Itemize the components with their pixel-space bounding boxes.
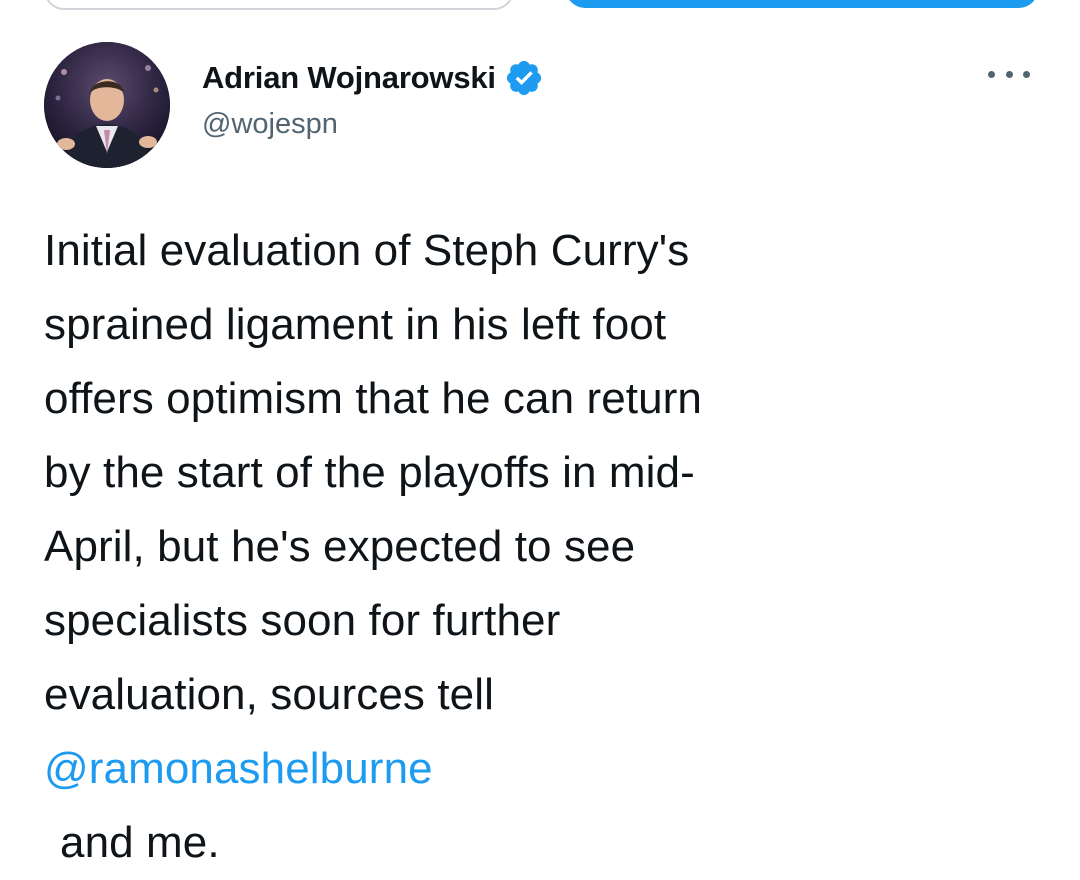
- tweet-text-line: specialists soon for further: [44, 596, 561, 645]
- tweet-text: Initial evaluation of Steph Curry's spra…: [44, 214, 1034, 880]
- avatar[interactable]: [44, 42, 170, 168]
- tweet-header: Adrian Wojnarowski @wojespn: [44, 42, 1036, 172]
- author-handle[interactable]: @wojespn: [202, 108, 338, 141]
- tweet-text-line: sprained ligament in his left foot: [44, 300, 667, 349]
- avatar-image: [44, 42, 170, 168]
- more-dot: [1023, 70, 1030, 78]
- tweet-text-line: April, but he's expected to see: [44, 522, 636, 571]
- tweet-text-line: Initial evaluation of Steph Curry's: [44, 226, 690, 275]
- primary-action-button[interactable]: [566, 0, 1038, 8]
- top-action-bar: [0, 0, 1080, 12]
- author-display-name[interactable]: Adrian Wojnarowski: [202, 60, 496, 96]
- more-dot: [988, 70, 995, 78]
- more-dot: [1005, 70, 1013, 78]
- follow-button[interactable]: [44, 0, 514, 10]
- more-options-icon[interactable]: [988, 64, 1030, 84]
- tweet-text-line: evaluation, sources tell: [44, 670, 494, 719]
- tweet-text-line: by the start of the playoffs in mid-: [44, 448, 695, 497]
- tweet-text-tail: and me.: [60, 818, 220, 867]
- verified-badge-icon: [504, 58, 544, 98]
- author-name-row[interactable]: Adrian Wojnarowski: [202, 56, 544, 100]
- tweet-text-line: offers optimism that he can return: [44, 374, 703, 423]
- mention-link[interactable]: @ramonashelburne: [44, 732, 1034, 806]
